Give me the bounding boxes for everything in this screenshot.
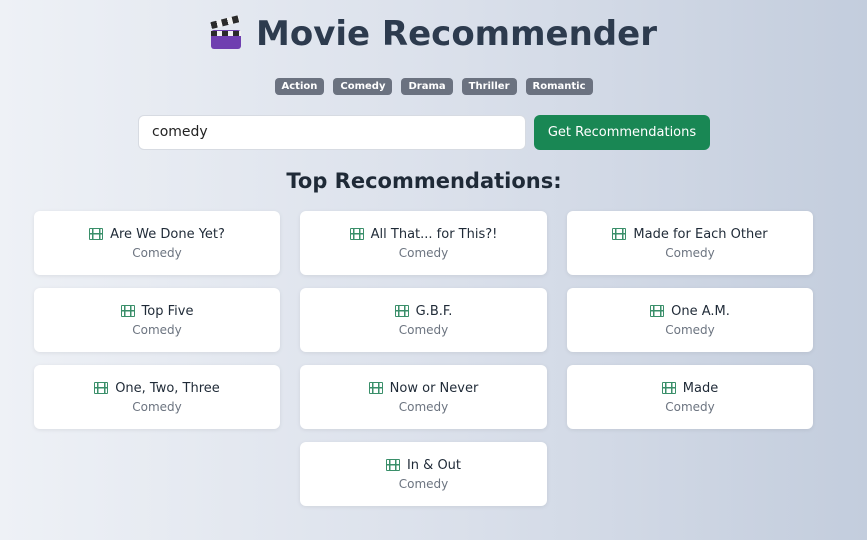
movie-genre: Comedy [665,399,715,414]
search-bar: comedy Get Recommendations [138,115,710,150]
film-icon [650,305,665,317]
movie-genre: Comedy [398,476,449,491]
movie-genre: Comedy [665,245,715,260]
movie-title: Are We Done Yet? [110,226,225,242]
movie-title: One A.M. [671,303,730,319]
film-icon [385,459,400,471]
app-header: Movie Recommender [0,14,867,54]
genre-chip-action[interactable]: Action [274,78,325,95]
movie-card[interactable]: One, Two, Three Comedy [34,365,280,429]
movie-card[interactable]: Now or Never Comedy [300,365,547,429]
movie-genre: Comedy [132,322,182,337]
search-input[interactable]: comedy [138,115,526,150]
movie-genre: Comedy [132,245,182,260]
results-grid: Are We Done Yet? Comedy All That... for … [34,211,813,506]
movie-title: Made for Each Other [633,226,768,242]
movie-genre: Comedy [398,399,449,414]
movie-card[interactable]: Made for Each Other Comedy [567,211,813,275]
film-icon [120,305,135,317]
movie-title: Now or Never [389,380,479,396]
film-icon [612,228,627,240]
movie-genre: Comedy [398,322,449,337]
film-icon [394,305,409,317]
film-icon [368,382,383,394]
film-icon [661,382,676,394]
movie-title: One, Two, Three [115,380,220,396]
movie-title: In & Out [406,457,462,473]
movie-genre: Comedy [665,322,715,337]
genre-chip-comedy[interactable]: Comedy [333,78,393,95]
genre-chip-thriller[interactable]: Thriller [461,78,517,95]
genre-chip-drama[interactable]: Drama [401,78,453,95]
movie-title: Made [682,380,719,396]
movie-card[interactable]: One A.M. Comedy [567,288,813,352]
movie-genre: Comedy [132,399,182,414]
results-heading: Top Recommendations: [286,169,562,193]
movie-card[interactable]: Are We Done Yet? Comedy [34,211,280,275]
film-icon [94,382,109,394]
movie-title: Top Five [141,303,194,319]
movie-card[interactable]: Made Comedy [567,365,813,429]
movie-title: G.B.F. [415,303,453,319]
film-icon [349,228,364,240]
genre-chips: Action Comedy Drama Thriller Romantic [0,78,867,95]
movie-title: All That... for This?! [370,226,498,242]
movie-card[interactable]: G.B.F. Comedy [300,288,547,352]
genre-chip-romantic[interactable]: Romantic [525,78,593,95]
page-title: Movie Recommender [256,14,657,54]
movie-card[interactable]: Top Five Comedy [34,288,280,352]
get-recommendations-button[interactable]: Get Recommendations [534,115,710,150]
movie-genre: Comedy [398,245,449,260]
film-icon [89,228,104,240]
clapper-board-icon [210,15,242,50]
movie-card[interactable]: All That... for This?! Comedy [300,211,547,275]
movie-card[interactable]: In & Out Comedy [300,442,547,506]
